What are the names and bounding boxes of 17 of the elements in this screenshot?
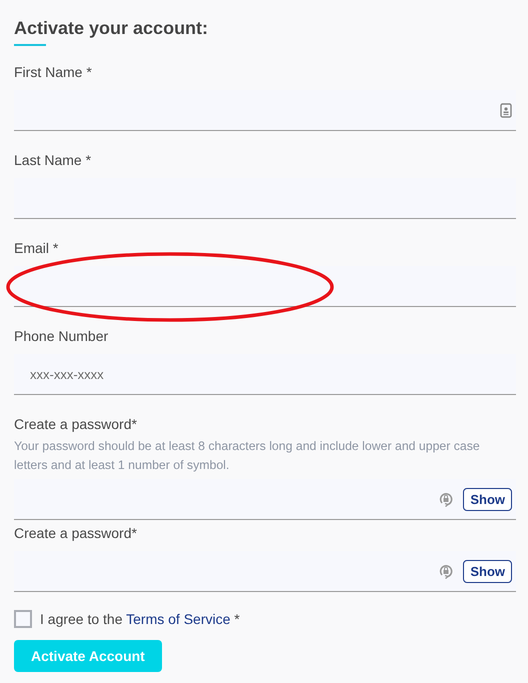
field-label: Create a password* [14, 415, 138, 433]
agreement-text: I agree to the Terms of Service * [40, 611, 240, 627]
show-password-button[interactable]: Show [463, 488, 512, 510]
password-manager-icon[interactable] [439, 492, 454, 506]
terms-checkbox[interactable] [14, 610, 32, 628]
field-label: Email * [14, 239, 60, 257]
form-heading: Activate your account: [14, 17, 210, 39]
field-label: Last Name * [14, 151, 92, 169]
terms-link[interactable]: Terms of Service [126, 611, 230, 627]
password-hint: Your password should be at least 8 characters long and include lower and upper case letters and at least 1 number of symbol. [14, 438, 481, 474]
field-label: Phone Number [14, 327, 110, 345]
field-label: Create a password* [14, 524, 138, 542]
password-manager-icon[interactable] [439, 564, 454, 578]
contact-card-icon [500, 102, 512, 118]
field-label: First Name * [14, 63, 93, 81]
input-field[interactable]: xxx-xxx-xxxx [30, 354, 512, 394]
show-password-button[interactable]: Show [463, 560, 512, 582]
